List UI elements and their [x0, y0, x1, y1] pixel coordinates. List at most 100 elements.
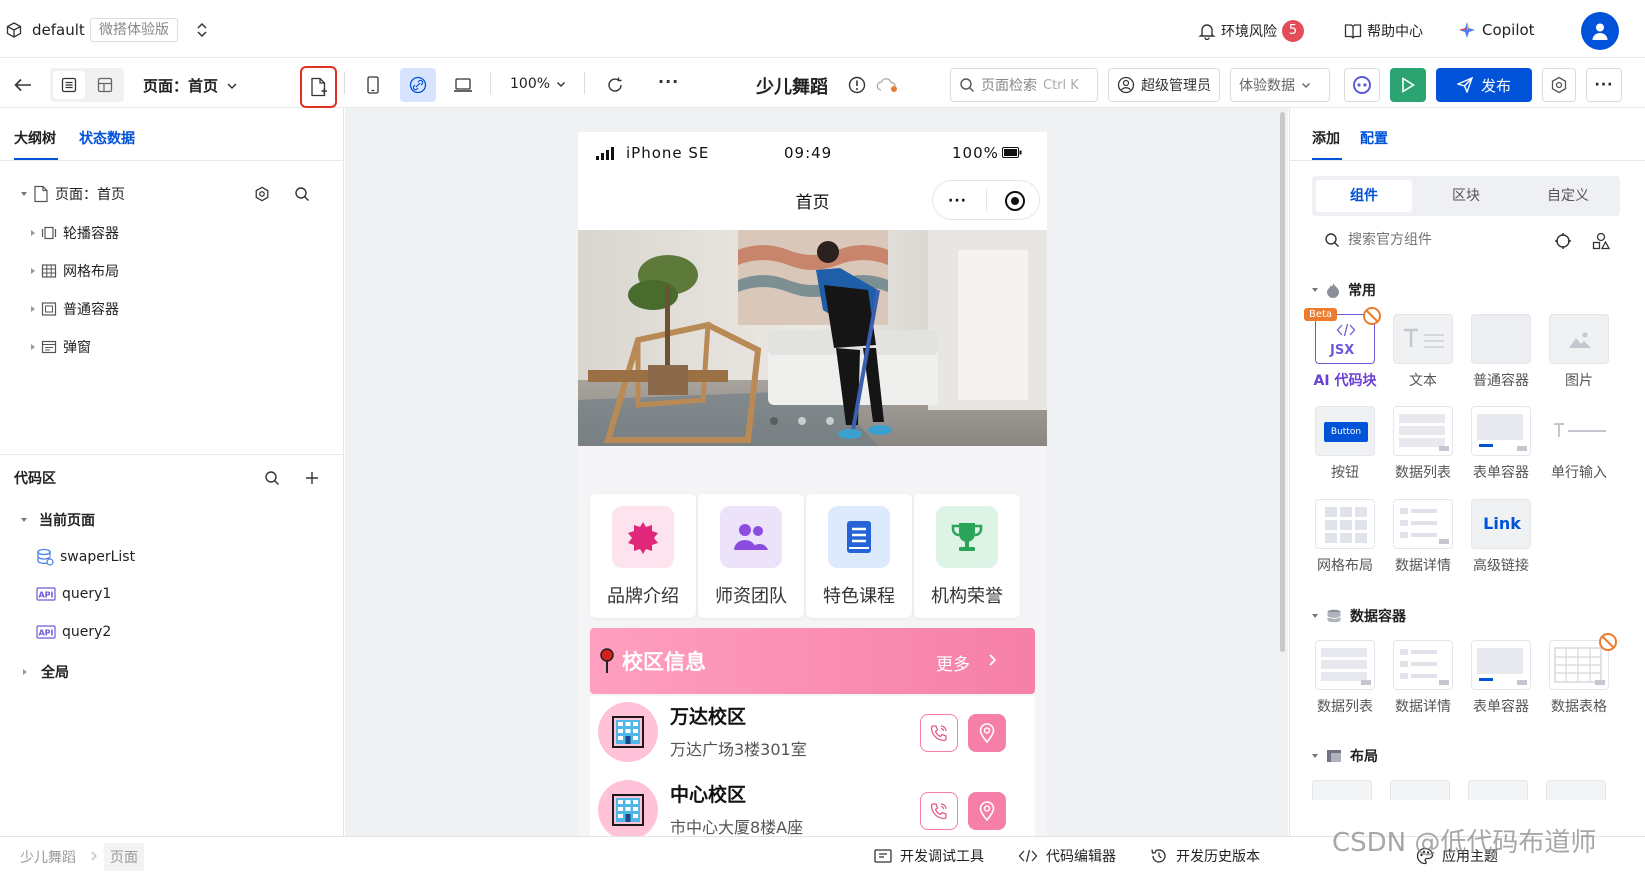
section-common[interactable]: 常用: [1312, 280, 1376, 300]
form-icon: [1471, 406, 1531, 456]
code-item-swaperlist[interactable]: swaperList: [36, 548, 135, 566]
data-mode-selector[interactable]: 体验数据: [1230, 68, 1330, 102]
copilot-button[interactable]: Copilot: [1458, 21, 1535, 39]
more-menu-button[interactable]: ···: [1586, 68, 1622, 102]
tab-config[interactable]: 配置: [1360, 128, 1388, 148]
segment-components[interactable]: 组件: [1316, 180, 1412, 212]
component-advanced-link[interactable]: Link 高级链接: [1466, 499, 1536, 575]
more-tools-button[interactable]: ···: [658, 72, 679, 91]
info-icon[interactable]: [848, 76, 866, 94]
component-image[interactable]: 图片: [1544, 314, 1614, 390]
campus-section-header[interactable]: 校区信息 更多: [590, 628, 1035, 694]
canvas-scrollbar[interactable]: [1280, 112, 1285, 652]
tree-item-swiper[interactable]: 轮播容器: [31, 223, 119, 243]
component-data-list[interactable]: 数据列表: [1388, 406, 1458, 482]
shapes-icon[interactable]: [1592, 232, 1610, 250]
page-selector[interactable]: 页面：首页: [143, 75, 238, 96]
tab-state-data[interactable]: 状态数据: [79, 128, 135, 148]
component-container[interactable]: 普通容器: [1466, 314, 1536, 390]
switch-app-icon[interactable]: [196, 22, 208, 38]
locate-icon[interactable]: [1554, 232, 1572, 250]
tree-search-icon[interactable]: [294, 186, 310, 202]
code-area-title: 代码区: [14, 471, 56, 487]
quick-entry-courses[interactable]: 特色课程: [806, 494, 912, 618]
section-layout[interactable]: 布局: [1312, 746, 1378, 766]
component-label: 数据表格: [1551, 699, 1607, 715]
tab-outline-tree[interactable]: 大纲树: [14, 128, 56, 148]
component-data-detail[interactable]: 数据详情: [1388, 499, 1458, 575]
layout-component-peek[interactable]: [1390, 780, 1450, 800]
section-data-container[interactable]: 数据容器: [1312, 606, 1406, 626]
history-versions-button[interactable]: 开发历史版本: [1150, 846, 1260, 866]
segment-blocks[interactable]: 区块: [1418, 180, 1514, 212]
component-data-list[interactable]: 数据列表: [1310, 640, 1380, 716]
tree-item-grid[interactable]: 网格布局: [31, 261, 119, 281]
component-form-container[interactable]: 表单容器: [1466, 640, 1536, 716]
mobile-preview-button[interactable]: [356, 68, 390, 102]
breadcrumb-page[interactable]: 页面: [104, 843, 144, 871]
component-text[interactable]: 文本: [1388, 314, 1458, 390]
quick-entry-teachers[interactable]: 师资团队: [698, 494, 804, 618]
breadcrumb-app[interactable]: 少儿舞蹈: [20, 847, 76, 867]
segment-custom[interactable]: 自定义: [1520, 180, 1616, 212]
component-grid-layout[interactable]: 网格布局: [1310, 499, 1380, 575]
ai-assistant-button[interactable]: [1344, 68, 1380, 102]
call-button[interactable]: [920, 714, 958, 752]
code-group-current-page[interactable]: 当前页面: [21, 510, 95, 530]
help-center-link[interactable]: 帮助中心: [1344, 21, 1423, 41]
phone-preview[interactable]: iPhone SE 09:49 100% 首页 ··· 品牌介绍 师资团队 特色…: [578, 132, 1047, 836]
add-page-button[interactable]: [300, 66, 337, 108]
settings-button[interactable]: [1542, 68, 1576, 102]
page-settings-icon[interactable]: [254, 186, 270, 202]
map-button[interactable]: [968, 792, 1006, 830]
map-button[interactable]: [968, 714, 1006, 752]
code-item-query2[interactable]: API query2: [36, 624, 111, 640]
zoom-selector[interactable]: 100%: [510, 76, 566, 92]
code-editor-button[interactable]: 代码编辑器: [1018, 846, 1116, 866]
quick-entry-honors[interactable]: 机构荣誉: [914, 494, 1020, 618]
code-group-global[interactable]: 全局: [23, 662, 69, 682]
page-search-button[interactable]: 页面检索 Ctrl K: [950, 68, 1098, 102]
component-single-input[interactable]: 单行输入: [1544, 406, 1614, 482]
refresh-button[interactable]: [599, 68, 631, 102]
layout-component-peek[interactable]: [1546, 780, 1606, 800]
layout-component-peek[interactable]: [1312, 780, 1372, 800]
capsule-more-icon[interactable]: ···: [948, 193, 967, 209]
component-data-table[interactable]: 数据表格: [1544, 633, 1617, 716]
preview-run-button[interactable]: [1390, 68, 1426, 102]
editor-canvas[interactable]: iPhone SE 09:49 100% 首页 ··· 品牌介绍 师资团队 特色…: [345, 108, 1288, 836]
campus-item[interactable]: 万达校区 万达广场3楼301室: [590, 696, 1035, 776]
campus-item[interactable]: 中心校区 市中心大厦8楼A座: [590, 774, 1035, 836]
quick-entry-brand[interactable]: 品牌介绍: [590, 494, 696, 618]
tree-item-page-root[interactable]: 页面：首页: [21, 184, 125, 204]
add-code-icon[interactable]: [304, 470, 320, 486]
component-data-detail[interactable]: 数据详情: [1388, 640, 1458, 716]
publish-button[interactable]: 发布: [1436, 68, 1532, 102]
user-avatar[interactable]: [1581, 12, 1619, 50]
env-risk-button[interactable]: 环境风险 5: [1198, 20, 1304, 42]
component-form-container[interactable]: 表单容器: [1466, 406, 1536, 482]
tree-item-modal[interactable]: 弹窗: [31, 337, 91, 357]
tree-item-container[interactable]: 普通容器: [31, 299, 119, 319]
component-button[interactable]: Button 按钮: [1310, 406, 1380, 482]
desktop-preview-button[interactable]: [446, 68, 480, 102]
code-item-query1[interactable]: API query1: [36, 586, 111, 602]
admin-role-button[interactable]: 超级管理员: [1108, 68, 1220, 102]
responsive-preview-button[interactable]: [400, 68, 436, 102]
tab-add[interactable]: 添加: [1312, 128, 1340, 148]
component-search-input[interactable]: [1348, 226, 1528, 254]
back-arrow-icon[interactable]: [14, 78, 32, 92]
building-icon: [598, 702, 658, 762]
capsule-close-icon[interactable]: [1004, 190, 1026, 212]
call-button[interactable]: [920, 792, 958, 830]
mini-capsule[interactable]: ···: [932, 180, 1040, 220]
swiper-banner[interactable]: [578, 230, 1047, 446]
workspace-name[interactable]: default: [32, 21, 85, 39]
layout-component-peek[interactable]: [1468, 780, 1528, 800]
code-search-icon[interactable]: [264, 470, 280, 486]
component-ai-code-block[interactable]: JSX Beta AI 代码块: [1304, 307, 1381, 390]
layout-view-button[interactable]: [89, 71, 121, 99]
page-list-view-button[interactable]: [53, 71, 85, 99]
debug-tools-button[interactable]: 开发调试工具: [874, 846, 984, 866]
campus-more-link[interactable]: 更多: [936, 650, 970, 675]
